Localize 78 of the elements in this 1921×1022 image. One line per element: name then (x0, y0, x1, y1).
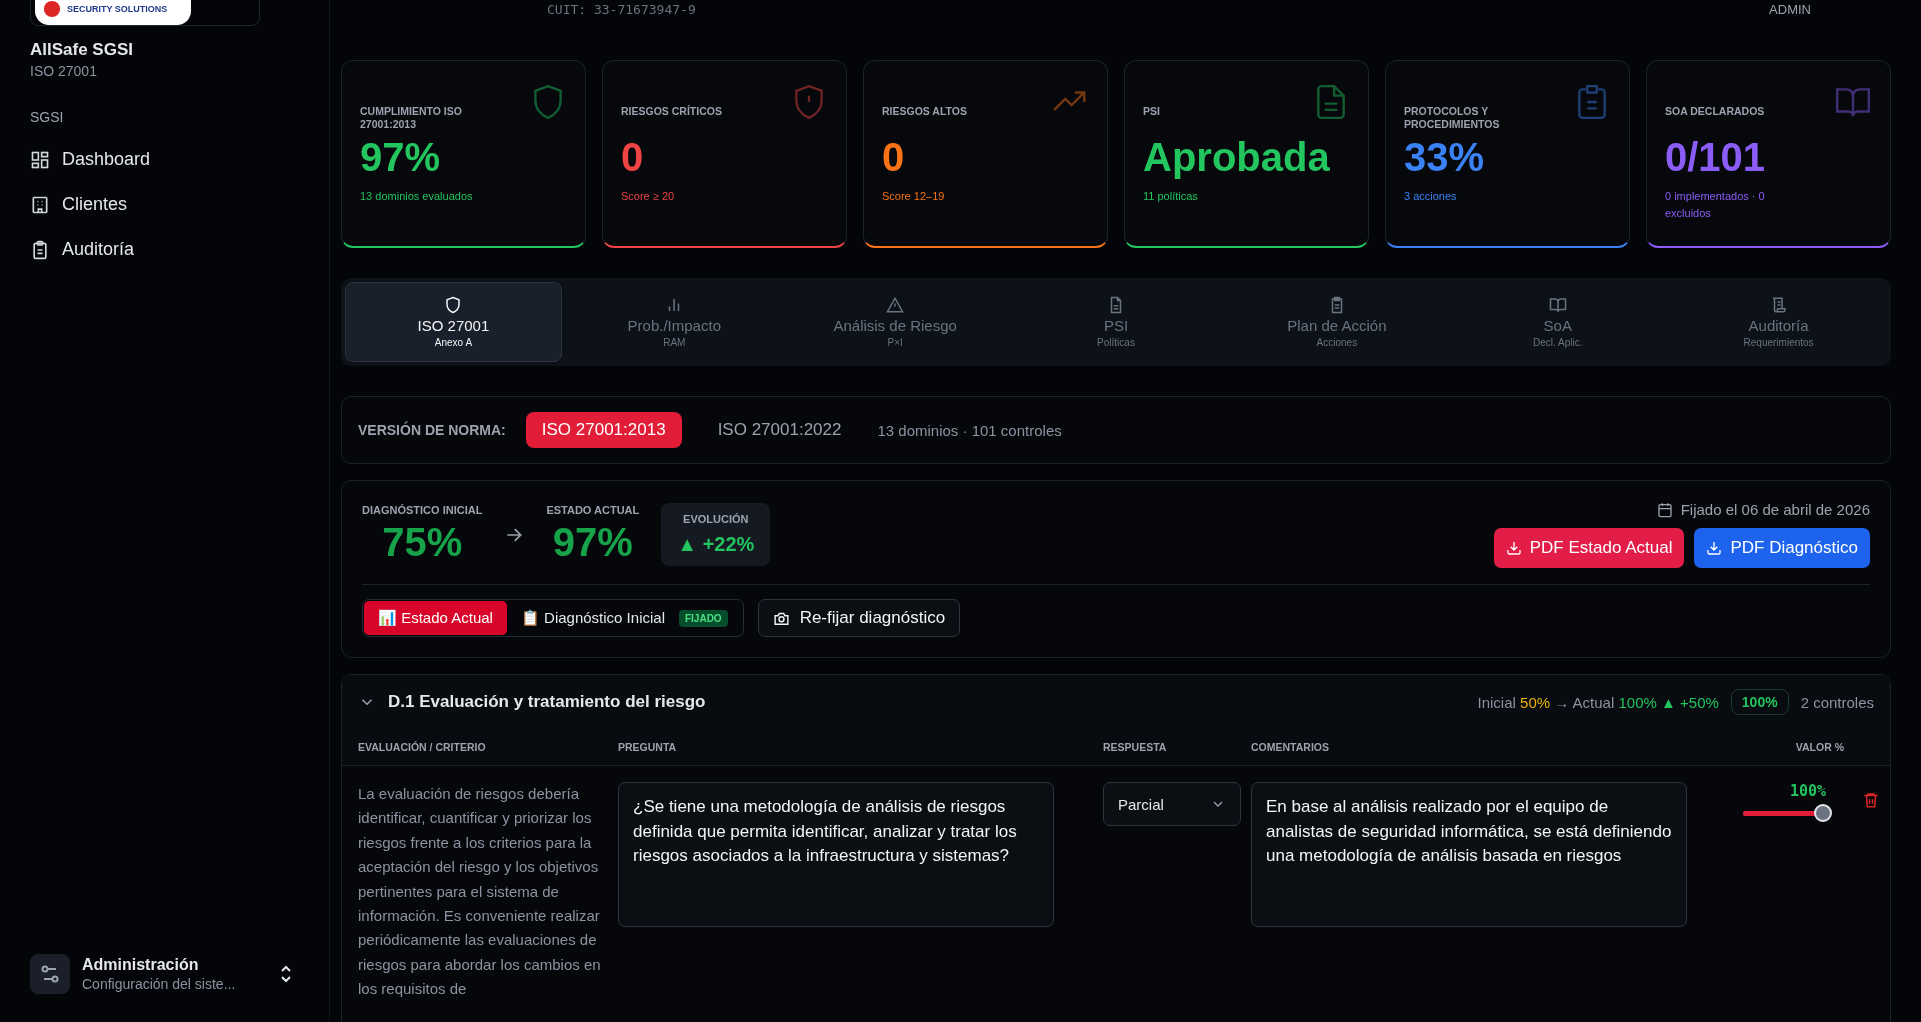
building-icon (30, 194, 50, 215)
stat-label: PROTOCOLOS Y PROCEDIMIENTOS (1404, 105, 1501, 131)
evolution-label: EVOLUCIÓN (682, 513, 750, 525)
chevron-icon (280, 965, 292, 983)
clipboard-icon (30, 239, 50, 260)
stat-label: CUMPLIMIENTO ISO 27001:2013 (360, 105, 463, 131)
app-subtitle: ISO 27001 (30, 63, 98, 79)
download-icon (1706, 540, 1723, 556)
score-badge: 100% (1730, 689, 1789, 715)
grid-icon (30, 149, 50, 170)
norm-label: VERSIÓN DE NORMA: (358, 422, 506, 438)
stat-label: PSI (1143, 105, 1161, 118)
kpi-label: ESTADO ACTUAL (546, 504, 640, 516)
kpi-label: DIAGNÓSTICO INICIAL (362, 504, 483, 516)
pdf-button[interactable]: PDF Estado Actual (1493, 528, 1685, 568)
nav-item[interactable]: Dashboard (30, 137, 300, 182)
refix-button[interactable]: Re-fijar diagnóstico (757, 599, 961, 637)
warning-icon (886, 296, 905, 314)
version-option[interactable]: ISO 27001:2022 (701, 412, 858, 448)
shield-icon (444, 296, 463, 314)
stat-note: Score 12–19 (882, 189, 946, 204)
stat-note: 3 acciones (1404, 189, 1458, 204)
module-tab[interactable]: SoA Decl. Aplic. (1449, 282, 1667, 362)
norm-summary: 13 dominios · 101 controles (877, 421, 1062, 439)
value-reading: 100% (1789, 782, 1826, 800)
stat-note: 0 implementados · 0 excluidos (1665, 189, 1766, 221)
sliders-icon (30, 954, 70, 994)
company-logo: SECURITY SOLUTIONS (35, 0, 191, 25)
controls-count: 2 controles (1800, 693, 1874, 711)
view-toggle[interactable]: 📋 Diagnóstico Inicial FIJADO (506, 601, 742, 635)
column-header: EVALUACIÓN / CRITERIO (358, 741, 487, 753)
calendar-icon (1656, 501, 1673, 518)
stat-note: 11 políticas (1143, 189, 1199, 204)
column-header: RESPUESTA (1103, 741, 1168, 753)
stat-label: SOA DECLARADOS (1665, 105, 1766, 118)
column-header: PREGUNTA (618, 741, 678, 753)
module-tab[interactable]: ISO 27001 Anexo A (345, 282, 562, 362)
question-field[interactable]: ¿Se tiene una metodología de análisis de riesgos definida que permita identificar, analizar y tratar los riesgos asociados a la infraestructura y sistemas? (618, 782, 1054, 927)
stat-label: RIESGOS ALTOS (882, 105, 968, 118)
kpi-value: 75% (381, 520, 464, 565)
view-toggle[interactable]: 📊 Estado Actual (364, 601, 507, 635)
fixed-date: Fijado el 06 de abril de 2026 (1680, 501, 1870, 518)
nav-item[interactable]: Clientes (30, 182, 300, 227)
value-slider[interactable] (1743, 804, 1832, 822)
module-tab[interactable]: Análisis de Riesgo P×I (786, 282, 1004, 362)
stat-value: 97% (360, 135, 442, 180)
stat-value: 0 (621, 135, 645, 180)
kpi-value: 97% (551, 520, 634, 565)
stat-value: 33% (1404, 135, 1486, 180)
stat-value: Aprobada (1143, 135, 1331, 180)
progress-summary: Inicial 50% → Actual 100% ▲ +50% (1477, 693, 1719, 711)
module-tab[interactable]: Prob./Impacto RAM (565, 282, 783, 362)
module-tab[interactable]: PSI Políticas (1007, 282, 1225, 362)
role-label: ADMIN (1769, 2, 1811, 17)
cuit-text: CUIT: 33-71673947-9 (547, 2, 696, 17)
admin-menu[interactable]: Administración Configuración del siste... (30, 954, 292, 994)
stat-label: RIESGOS CRÍTICOS (621, 105, 723, 118)
stat-note: Score ≥ 20 (621, 189, 676, 204)
criterion-text: La evaluación de riesgos debería identificar, cuantificar y priorizar los riesgos frente a los criterios para la aceptación del riesgo y los objetivos pertinentes para el sistema de información. Es conveniente realizar periódicamente las evaluaciones de riesgos para abordar los cambios en los requisitos de (358, 784, 602, 1000)
module-tab[interactable]: Plan de Acción Acciones (1228, 282, 1446, 362)
comment-field[interactable]: En base al análisis realizado por el equipo de analistas de seguridad informática, se está definiendo una metodología de análisis basada en riesgos (1251, 782, 1687, 927)
book-icon (1548, 296, 1567, 314)
evolution-value: ▲ +22% (677, 533, 755, 556)
column-header: VALOR % (1794, 741, 1845, 753)
stat-value: 0/101 (1665, 135, 1767, 180)
stat-note: 13 dominios evaluados (360, 189, 474, 204)
section-label: SGSI (30, 109, 65, 125)
pdf-button[interactable]: PDF Diagnóstico (1694, 528, 1870, 568)
app-name: AllSafe SGSI (30, 40, 134, 60)
module-tab[interactable]: Auditoría Requerimientos (1670, 282, 1887, 362)
download-icon (1505, 540, 1522, 556)
nav-item[interactable]: Auditoría (30, 227, 300, 272)
domain-title: D.1 Evaluación y tratamiento del riesgo (388, 692, 706, 712)
version-option[interactable]: ISO 27001:2013 (525, 412, 682, 448)
trash-icon[interactable] (1862, 791, 1880, 809)
answer-dropdown[interactable]: Parcial (1103, 782, 1241, 826)
column-header: COMENTARIOS (1251, 741, 1330, 753)
stat-value: 0 (882, 135, 906, 180)
